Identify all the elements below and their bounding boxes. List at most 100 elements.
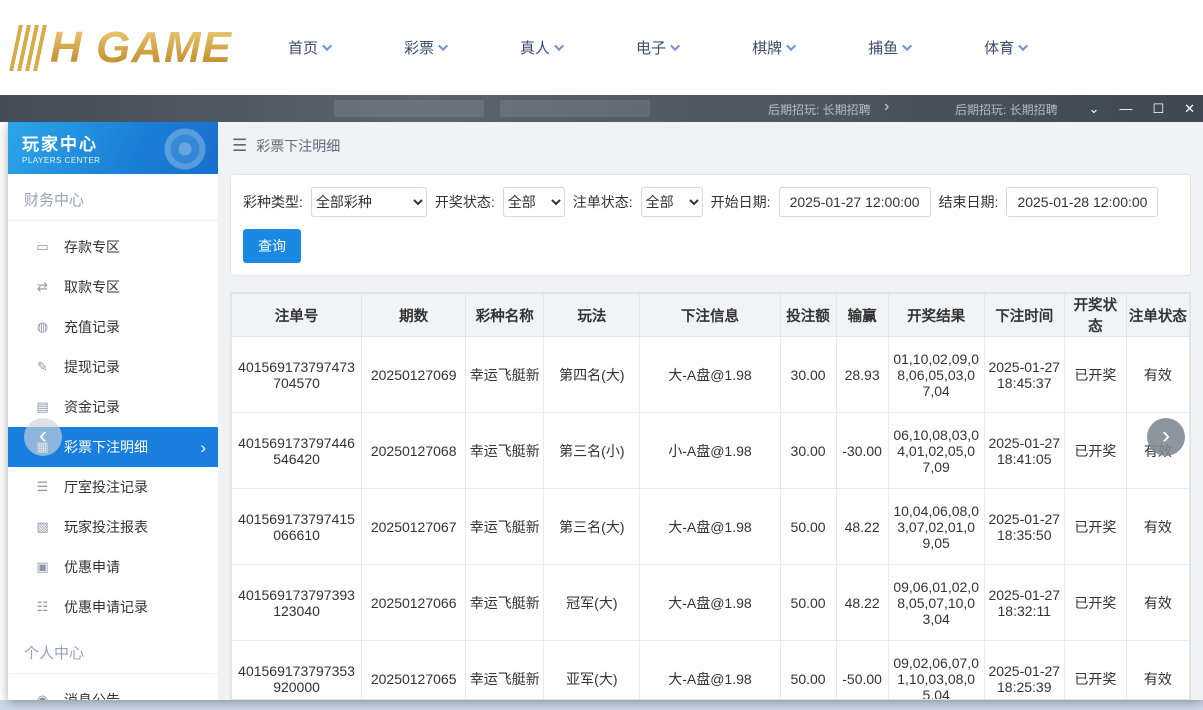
bet-table: 注单号期数彩种名称玩法下注信息投注额输赢开奖结果下注时间开奖状态注单状态 401…: [231, 293, 1190, 700]
carousel-arrow-icon: ›: [884, 98, 889, 116]
collapse-icon[interactable]: ⌄: [1089, 102, 1100, 115]
table-cell: 大-A盘@1.98: [640, 489, 780, 565]
nav-item-3[interactable]: 电子: [636, 37, 680, 58]
table-cell: 幸运飞艇新: [466, 641, 544, 701]
nav-item-5[interactable]: 捕鱼: [868, 37, 912, 58]
minimize-icon[interactable]: —: [1119, 102, 1132, 115]
table-cell: 2025-01-27 18:45:37: [984, 337, 1064, 413]
table-cell: 幸运飞艇新: [466, 413, 544, 489]
content-topbar: ☰ 彩票下注明细: [218, 122, 1203, 170]
table-cell: 48.22: [836, 565, 888, 641]
bet-report-icon: ▧: [34, 519, 51, 535]
lottery-type-select[interactable]: 全部彩种: [311, 187, 427, 217]
sidebar-item-label: 存款专区: [64, 237, 120, 257]
table-cell: 2025-01-27 18:35:50: [984, 489, 1064, 565]
filter-panel: 彩种类型: 全部彩种 开奖状态: 全部 注单状态: 全部 开始日期: 结束日期:…: [230, 174, 1191, 276]
maximize-icon[interactable]: ☐: [1152, 102, 1164, 115]
sidebar-item-deposit-zone[interactable]: ▭ 存款专区: [8, 227, 218, 267]
table-cell: 50.00: [780, 565, 836, 641]
nav-item-label: 电子: [636, 37, 666, 58]
nav-item-1[interactable]: 彩票: [404, 37, 448, 58]
end-date-input[interactable]: [1006, 187, 1158, 217]
nav-item-label: 捕鱼: [868, 37, 898, 58]
table-cell: 有效: [1126, 489, 1189, 565]
recharge-record-icon: ◍: [34, 319, 51, 335]
background-banner-text: 后期招玩: 长期招聘: [768, 101, 871, 118]
scroll-left-button[interactable]: ‹: [24, 418, 62, 456]
sidebar-title: 玩家中心: [22, 130, 204, 155]
table-body: 40156917379747370457020250127069幸运飞艇新第四名…: [232, 337, 1190, 701]
table-cell: 小-A盘@1.98: [640, 413, 780, 489]
scroll-right-button[interactable]: ›: [1147, 418, 1185, 456]
logo-bars-icon: [9, 25, 49, 71]
nav-item-label: 彩票: [404, 37, 434, 58]
table-cell: -50.00: [836, 641, 888, 701]
logo[interactable]: H GAME: [14, 23, 232, 73]
nav-item-6[interactable]: 体育: [984, 37, 1028, 58]
background-banner-text: 后期招玩: 长期招聘: [955, 101, 1058, 118]
withdraw-icon: ⇄: [34, 279, 51, 295]
draw-status-select[interactable]: 全部: [503, 187, 565, 217]
nav-item-4[interactable]: 棋牌: [752, 37, 796, 58]
table-cell: 幸运飞艇新: [466, 489, 544, 565]
sidebar-item-promo-apply[interactable]: ▣优惠申请: [8, 547, 218, 587]
order-status-select[interactable]: 全部: [641, 187, 703, 217]
nav-item-label: 体育: [984, 37, 1014, 58]
query-button[interactable]: 查询: [243, 229, 301, 263]
window-controls: ⌄ — ☐ ✕: [1089, 95, 1195, 122]
sidebar-item-room-bet-record[interactable]: ☰厅室投注记录: [8, 467, 218, 507]
withdraw-record-icon: ✎: [34, 359, 51, 375]
sidebar-item-withdraw-zone[interactable]: ⇄ 取款专区: [8, 267, 218, 307]
hamburger-icon[interactable]: ☰: [232, 136, 247, 156]
sidebar-item-label: 消息公告: [64, 690, 120, 700]
nav-item-label: 首页: [288, 37, 318, 58]
sidebar-section-heading: 个人中心: [8, 627, 218, 674]
sidebar-item-withdraw-record[interactable]: ✎提现记录: [8, 347, 218, 387]
table-cell: 401569173797353920000: [232, 641, 362, 701]
player-center-window: 玩家中心 PLAYERS CENTER 财务中心▭存款专区⇄取款专区◍充值记录✎…: [8, 122, 1203, 700]
table-cell: 2025-01-27 18:41:05: [984, 413, 1064, 489]
table-cell: 09,06,01,02,08,05,07,10,03,04: [888, 565, 984, 641]
main-content: ☰ 彩票下注明细 彩种类型: 全部彩种 开奖状态: 全部 注单状态: 全部 开始…: [218, 122, 1203, 700]
nav-item-0[interactable]: 首页: [288, 37, 332, 58]
end-date-label: 结束日期:: [939, 192, 999, 212]
table-cell: 有效: [1126, 565, 1189, 641]
table-cell: 大-A盘@1.98: [640, 641, 780, 701]
table-cell: 20250127069: [362, 337, 466, 413]
column-header: 彩种名称: [466, 294, 544, 337]
chevron-down-icon: [902, 41, 912, 51]
table-cell: 已开奖: [1064, 489, 1126, 565]
sidebar-item-recharge-record[interactable]: ◍ 充值记录: [8, 307, 218, 347]
table-cell: 冠军(大): [544, 565, 640, 641]
sidebar-item-promo-apply-record[interactable]: ☷优惠申请记录: [8, 587, 218, 627]
promo-apply-icon: ▣: [34, 559, 51, 575]
table-cell: 有效: [1126, 337, 1189, 413]
column-header: 玩法: [544, 294, 640, 337]
close-icon[interactable]: ✕: [1184, 102, 1195, 115]
nav-item-2[interactable]: 真人: [520, 37, 564, 58]
column-header: 开奖结果: [888, 294, 984, 337]
table-cell: 401569173797446546420: [232, 413, 362, 489]
table-cell: 大-A盘@1.98: [640, 565, 780, 641]
start-date-input[interactable]: [779, 187, 931, 217]
chevron-down-icon: [1018, 41, 1028, 51]
sidebar-item-message-announcement[interactable]: ◉消息公告: [8, 680, 218, 700]
promo-record-icon: ☷: [34, 599, 51, 615]
sidebar-subtitle: PLAYERS CENTER: [22, 156, 204, 165]
sidebar-item-label: 彩票下注明细: [64, 437, 148, 457]
room-bet-icon: ☰: [34, 479, 51, 495]
table-cell: 幸运飞艇新: [466, 565, 544, 641]
table-cell: 20250127068: [362, 413, 466, 489]
table-cell: 20250127067: [362, 489, 466, 565]
table-cell: 01,10,02,09,08,06,05,03,07,04: [888, 337, 984, 413]
table-cell: 已开奖: [1064, 565, 1126, 641]
deposit-icon: ▭: [34, 239, 51, 255]
sidebar-item-label: 充值记录: [64, 317, 120, 337]
sidebar-item-player-bet-report[interactable]: ▧玩家投注报表: [8, 507, 218, 547]
active-item-arrow-icon: ›: [200, 439, 206, 456]
sidebar-item-label: 取款专区: [64, 277, 120, 297]
column-header: 投注额: [780, 294, 836, 337]
table-cell: 30.00: [780, 413, 836, 489]
chevron-down-icon: [786, 41, 796, 51]
chevron-down-icon: [438, 41, 448, 51]
